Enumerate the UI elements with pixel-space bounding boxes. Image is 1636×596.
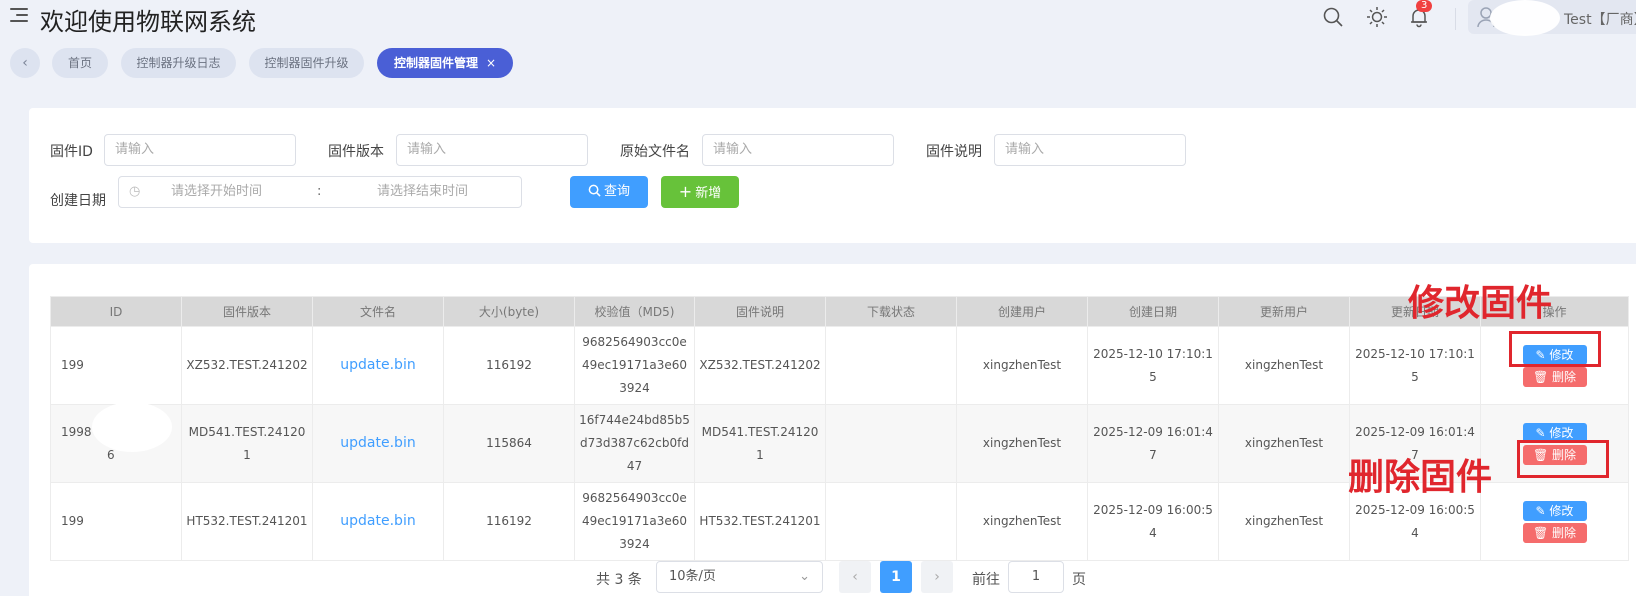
redaction-blur — [80, 332, 170, 376]
pagination-total: 共 3 条 — [596, 572, 642, 588]
clock-icon: ◷ — [129, 184, 141, 199]
original-filename-label: 原始文件名 — [620, 144, 690, 160]
edit-button[interactable]: ✎ 修改 — [1522, 500, 1587, 521]
tab-close-icon[interactable]: × — [486, 56, 496, 70]
redaction-blur — [82, 486, 172, 534]
status-cell — [825, 326, 957, 405]
update-date-cell: 2025-12-10 17:10:15 — [1349, 326, 1481, 405]
file-link[interactable]: update.bin — [340, 357, 415, 373]
col-header: 固件版本 — [181, 296, 313, 327]
col-header: 更新用户 — [1218, 296, 1350, 327]
tab-firmware-upgrade[interactable]: 控制器固件升级 — [249, 48, 364, 78]
actions-cell: ✎ 修改 🗑 删除 — [1480, 482, 1629, 561]
file-cell: update.bin — [312, 404, 444, 483]
add-button-label: 新增 — [695, 186, 722, 201]
col-header: 文件名 — [312, 296, 444, 327]
date-separator: : — [317, 184, 322, 199]
firmware-id-label: 固件ID — [50, 144, 93, 160]
page-size-select[interactable]: 10条/页 ⌄ — [656, 561, 823, 593]
date-end-input[interactable]: 请选择结束时间 — [377, 177, 468, 207]
col-header: 下载状态 — [825, 296, 957, 327]
notification-badge: 3 — [1416, 0, 1433, 12]
md5-cell: 9682564903cc0e49ec19171a3e603924 — [574, 326, 695, 405]
tab-label: 控制器固件管理 — [393, 56, 478, 70]
col-header: 创建用户 — [956, 296, 1088, 327]
header-divider — [1455, 8, 1456, 30]
tab-back-button[interactable]: ‹ — [10, 48, 40, 78]
file-link[interactable]: update.bin — [340, 513, 415, 529]
col-header: 固件说明 — [694, 296, 826, 327]
firmware-id-input[interactable]: 请输入 — [104, 134, 296, 166]
page-unit-label: 页 — [1072, 572, 1086, 588]
table-header-row: ID 固件版本 文件名 大小(byte) 校验值（MD5) 固件说明 下载状态 … — [50, 296, 1629, 327]
update-user-cell: xingzhenTest — [1218, 482, 1350, 561]
create-user-cell: xingzhenTest — [956, 326, 1088, 405]
delete-annotation: 删除固件 — [1348, 457, 1493, 498]
firmware-version-input[interactable]: 请输入 — [396, 134, 588, 166]
delete-button[interactable]: 🗑 删除 — [1522, 522, 1587, 543]
desc-cell: HT532.TEST.241201 — [694, 482, 826, 561]
original-filename-input[interactable]: 请输入 — [702, 134, 894, 166]
create-user-cell: xingzhenTest — [956, 404, 1088, 483]
md5-cell: 9682564903cc0e49ec19171a3e603924 — [574, 482, 695, 561]
file-link[interactable]: update.bin — [340, 435, 415, 451]
page-number-button[interactable]: 1 — [880, 561, 912, 593]
firmware-table: ID 固件版本 文件名 大小(byte) 校验值（MD5) 固件说明 下载状态 … — [50, 296, 1629, 561]
create-date-cell: 2025-12-10 17:10:15 — [1087, 326, 1219, 405]
plus-icon: + — [678, 182, 693, 201]
update-user-cell: xingzhenTest — [1218, 326, 1350, 405]
size-cell: 115864 — [443, 404, 575, 483]
create-user-cell: xingzhenTest — [956, 482, 1088, 561]
table-row: 19920 XZ532.TEST.241202 update.bin 11619… — [50, 326, 1629, 405]
create-date-cell: 2025-12-09 16:00:54 — [1087, 482, 1219, 561]
status-cell — [825, 404, 957, 483]
menu-toggle-icon[interactable] — [10, 8, 28, 22]
status-cell — [825, 482, 957, 561]
file-cell: update.bin — [312, 326, 444, 405]
goto-page-input[interactable]: 1 — [1008, 561, 1064, 593]
col-header: 创建日期 — [1087, 296, 1219, 327]
version-cell: HT532.TEST.241201 — [181, 482, 313, 561]
delete-button[interactable]: 🗑 删除 — [1522, 366, 1587, 387]
col-header: 校验值（MD5) — [574, 296, 695, 327]
add-button[interactable]: + 新增 — [661, 176, 739, 208]
tab-firmware-management[interactable]: 控制器固件管理 × — [377, 48, 513, 78]
col-header: ID — [50, 296, 182, 327]
edit-annotation: 修改固件 — [1408, 283, 1553, 324]
create-date-label: 创建日期 — [50, 193, 106, 209]
desc-cell: XZ532.TEST.241202 — [694, 326, 826, 405]
version-cell: MD541.TEST.241201 — [181, 404, 313, 483]
search-icon[interactable] — [1322, 6, 1344, 28]
desc-cell: MD541.TEST.241201 — [694, 404, 826, 483]
search-icon — [588, 184, 601, 197]
delete-highlight-box — [1517, 440, 1609, 478]
query-button-label: 查询 — [603, 184, 630, 199]
date-start-input[interactable]: 请选择开始时间 — [171, 177, 262, 207]
update-user-cell: xingzhenTest — [1218, 404, 1350, 483]
date-range-picker[interactable]: ◷ 请选择开始时间 : 请选择结束时间 — [118, 176, 522, 208]
query-button[interactable]: 查询 — [570, 176, 648, 208]
chevron-down-icon: ⌄ — [799, 569, 810, 584]
tab-upgrade-log[interactable]: 控制器升级日志 — [121, 48, 236, 78]
tab-home[interactable]: 首页 — [52, 48, 108, 78]
next-page-button[interactable]: › — [921, 561, 953, 593]
version-cell: XZ532.TEST.241202 — [181, 326, 313, 405]
md5-cell: 16f744e24bd85b5d73d387c62cb0fd47 — [574, 404, 695, 483]
edit-highlight-box — [1509, 331, 1601, 367]
prev-page-button[interactable]: ‹ — [839, 561, 871, 593]
size-cell: 116192 — [443, 326, 575, 405]
file-cell: update.bin — [312, 482, 444, 561]
page-title: 欢迎使用物联网系统 — [40, 8, 256, 36]
create-date-cell: 2025-12-09 16:01:47 — [1087, 404, 1219, 483]
firmware-desc-input[interactable]: 请输入 — [994, 134, 1186, 166]
redaction-blur — [92, 402, 172, 452]
user-name: Test【厂商】 — [1564, 12, 1636, 28]
firmware-version-label: 固件版本 — [328, 144, 384, 160]
firmware-desc-label: 固件说明 — [926, 144, 982, 160]
avatar — [1490, 0, 1560, 36]
goto-label: 前往 — [972, 572, 1000, 588]
size-cell: 116192 — [443, 482, 575, 561]
col-header: 大小(byte) — [443, 296, 575, 327]
theme-sun-icon[interactable] — [1366, 6, 1388, 28]
